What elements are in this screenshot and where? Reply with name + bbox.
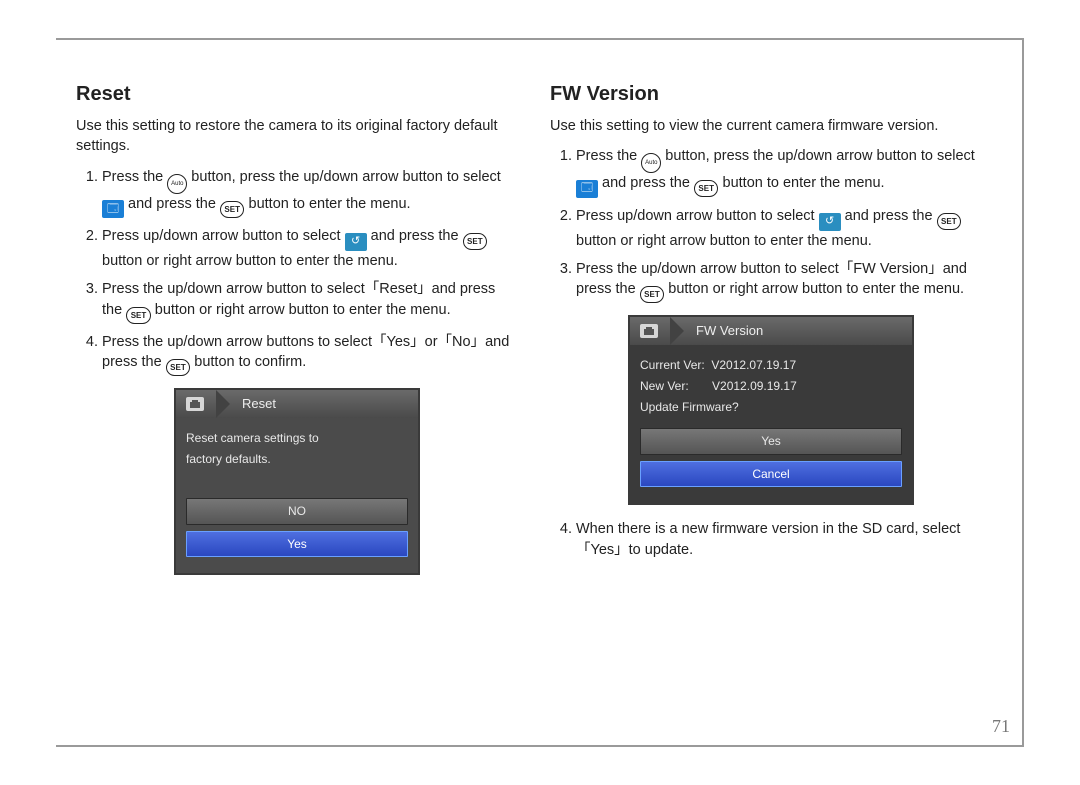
lcd-cancel-button[interactable]: Cancel xyxy=(640,461,902,488)
setup-menu-icon: 🗔 xyxy=(576,180,598,198)
lcd-header-icon xyxy=(640,324,658,338)
lcd-body: Current Ver: V2012.07.19.17 New Ver: V20… xyxy=(630,345,912,503)
lcd-body: Reset camera settings to factory default… xyxy=(176,418,418,573)
lcd-title: Reset xyxy=(242,395,276,413)
reset-step-4: Press the up/down arrow buttons to selec… xyxy=(102,332,518,376)
lcd-title: FW Version xyxy=(696,322,763,340)
lcd-line: Reset camera settings to xyxy=(186,430,408,447)
set-button-icon: SET xyxy=(126,307,151,324)
reset-intro: Use this setting to restore the camera t… xyxy=(76,116,518,157)
lcd-yes-button[interactable]: Yes xyxy=(186,531,408,558)
lcd-no-button[interactable]: NO xyxy=(186,498,408,525)
page-frame: Reset Use this setting to restore the ca… xyxy=(56,38,1024,747)
lcd-new-ver: New Ver: V2012.09.19.17 xyxy=(640,378,902,395)
lcd-header-icon xyxy=(186,397,204,411)
page-number: 71 xyxy=(992,716,1010,737)
lcd-line: factory defaults. xyxy=(186,451,408,468)
set-button-icon: SET xyxy=(937,213,962,230)
lcd-yes-button[interactable]: Yes xyxy=(640,428,902,455)
set-button-icon: SET xyxy=(694,180,719,197)
set-button-icon: SET xyxy=(166,359,191,376)
auto-button-icon: Auto xyxy=(641,153,661,173)
reset-step-3: Press the up/down arrow button to select… xyxy=(102,279,518,323)
reset-lcd-screenshot: Reset Reset camera settings to factory d… xyxy=(174,388,420,575)
set-button-icon: SET xyxy=(220,201,245,218)
fwversion-heading: FW Version xyxy=(550,80,992,108)
fw-step-1: Press the Auto button, press the up/down… xyxy=(576,146,992,198)
fwversion-steps-cont: When there is a new firmware version in … xyxy=(550,519,992,560)
fwversion-lcd-screenshot: FW Version Current Ver: V2012.07.19.17 N… xyxy=(628,315,914,505)
fw-step-2: Press up/down arrow button to select ↺ a… xyxy=(576,206,992,251)
reset-step-2: Press up/down arrow button to select ↺ a… xyxy=(102,226,518,271)
reset-steps: Press the Auto button, press the up/down… xyxy=(76,167,518,377)
fw-step-4: When there is a new firmware version in … xyxy=(576,519,992,560)
setup-menu-icon: 🗔 xyxy=(102,200,124,218)
reset-menu-icon: ↺ xyxy=(345,233,367,251)
lcd-current-ver: Current Ver: V2012.07.19.17 xyxy=(640,357,902,374)
reset-step-1: Press the Auto button, press the up/down… xyxy=(102,167,518,219)
set-button-icon: SET xyxy=(640,286,665,303)
auto-button-icon: Auto xyxy=(167,174,187,194)
fw-step-3: Press the up/down arrow button to select… xyxy=(576,259,992,303)
fwversion-intro: Use this setting to view the current cam… xyxy=(550,116,992,136)
reset-menu-icon: ↺ xyxy=(819,213,841,231)
reset-heading: Reset xyxy=(76,80,518,108)
set-button-icon: SET xyxy=(463,233,488,250)
left-column: Reset Use this setting to restore the ca… xyxy=(76,80,518,579)
lcd-header: Reset xyxy=(176,390,418,418)
right-column: FW Version Use this setting to view the … xyxy=(550,80,992,579)
fwversion-steps: Press the Auto button, press the up/down… xyxy=(550,146,992,303)
lcd-update-prompt: Update Firmware? xyxy=(640,399,902,416)
lcd-header: FW Version xyxy=(630,317,912,345)
